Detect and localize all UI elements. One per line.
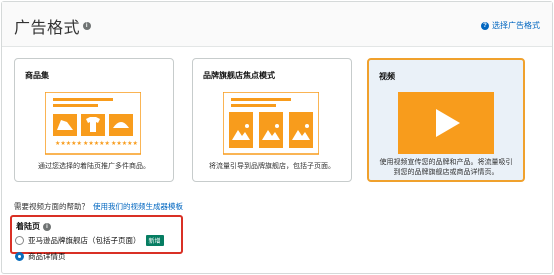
svg-text:★★★★★: ★★★★★ [83,140,110,147]
info-icon[interactable]: i [83,22,92,30]
landing-page-title-text: 着陆页 [16,222,40,231]
ad-format-card-store-spotlight[interactable]: 品牌旗舰店焦点模式 将流量引导到品牌旗舰店，包括子页面。 [192,58,352,182]
ad-format-panel: 广告格式 i ? 选择广告格式 商品集 ★★★★★ ★★★★★ ★★★★★ 通过… [1,1,553,274]
video-builder-template-link[interactable]: 使用我们的视频生成器模板 [93,202,183,211]
card-description: 将流量引导到品牌旗舰店，包括子页面。 [209,163,335,170]
svg-text:★★★★★: ★★★★★ [55,140,82,147]
card-title: 视频 [379,72,395,81]
landing-page-title: 着陆页 i [16,221,51,232]
choose-ad-format-help-link[interactable]: ? 选择广告格式 [481,20,540,31]
card-description: 通过您选择的着陆页推广多件商品。 [38,163,150,170]
ad-format-card-product-collection[interactable]: 商品集 ★★★★★ ★★★★★ ★★★★★ 通过您选择的着陆页推广多件商品。 [14,58,174,182]
video-illustration [398,92,494,154]
landing-option-store[interactable]: 亚马逊品牌旗舰店（包括子页面） 新增 [15,235,164,246]
page-title: 广告格式 i [14,14,92,38]
card-description: 使用视频宣传您的品牌和产品。将流量吸引到您的品牌旗舰店或商品详情页。 [379,159,513,176]
landing-option-product-detail[interactable]: 商品详情页 [15,251,66,262]
radio-button-selected[interactable] [15,252,24,261]
store-spotlight-illustration [223,92,319,155]
help-link-label: 选择广告格式 [492,21,540,30]
card-title: 品牌旗舰店焦点模式 [203,71,275,80]
card-title: 商品集 [25,71,49,80]
video-help-row: 需要视频方面的帮助？ 使用我们的视频生成器模板 [14,201,183,212]
panel-header: 广告格式 i ? 选择广告格式 [2,2,552,47]
radio-button[interactable] [15,236,24,245]
radio-label: 商品详情页 [28,252,66,261]
new-badge: 新增 [145,235,164,246]
help-icon: ? [481,21,489,30]
svg-text:★★★★★: ★★★★★ [111,140,138,147]
radio-label: 亚马逊品牌旗舰店（包括子页面） [28,236,141,245]
page-title-text: 广告格式 [14,20,81,37]
ad-format-card-video[interactable]: 视频 使用视频宣传您的品牌和产品。将流量吸引到您的品牌旗舰店或商品详情页。 [367,58,525,182]
product-collection-illustration: ★★★★★ ★★★★★ ★★★★★ [45,92,141,155]
info-icon[interactable]: i [43,222,51,231]
video-help-question: 需要视频方面的帮助？ [14,202,89,211]
